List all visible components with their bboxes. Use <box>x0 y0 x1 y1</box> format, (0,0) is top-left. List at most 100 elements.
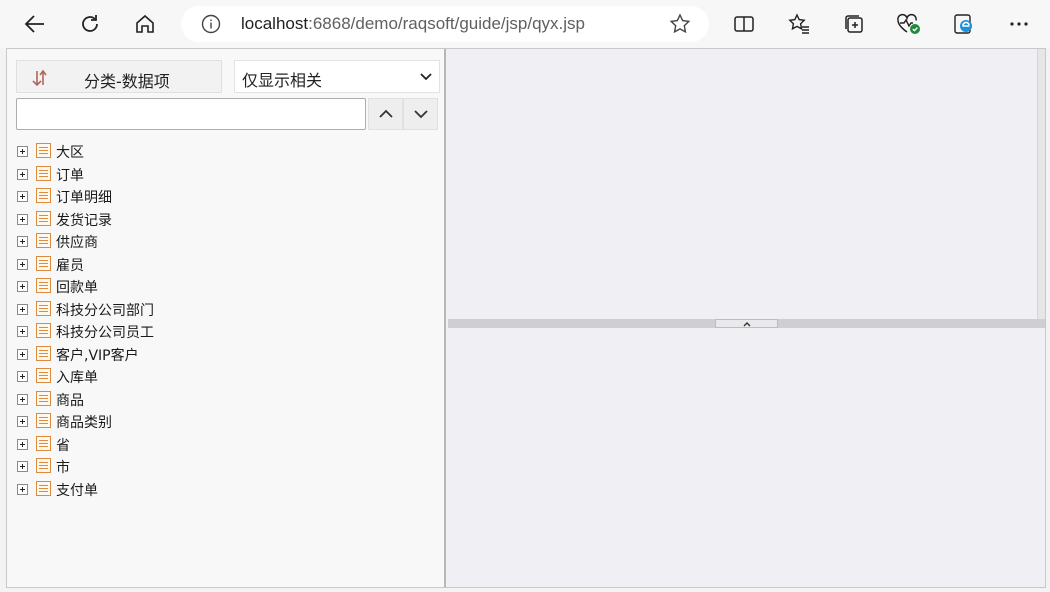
tree-item[interactable]: 客户,VIP客户 <box>7 343 437 365</box>
expand-plus-icon[interactable] <box>17 438 28 450</box>
table-icon <box>36 480 51 496</box>
expand-plus-icon[interactable] <box>17 371 28 382</box>
collections-icon <box>845 15 863 33</box>
table-icon <box>36 210 51 226</box>
chevron-down-icon <box>413 110 428 119</box>
right-top-scrollbar[interactable] <box>1037 49 1045 319</box>
table-icon <box>36 300 51 316</box>
tree-item-label: 商品 <box>56 392 84 409</box>
tree-item-label: 入库单 <box>56 370 98 386</box>
split-screen-button[interactable] <box>726 6 762 42</box>
caret-up-icon <box>743 321 750 326</box>
chevron-up-icon <box>378 109 393 118</box>
tree-item[interactable]: 发货记录 <box>7 208 437 230</box>
tree-item[interactable]: 科技分公司员工 <box>7 320 437 342</box>
expand-plus-icon[interactable] <box>17 236 28 247</box>
expand-plus-icon[interactable] <box>17 303 28 315</box>
left-pane: 分类-数据项 仅显示相关 大区 订单 订单明细 发货记录 供应商 雇员 回款单 … <box>7 49 446 587</box>
expand-plus-icon[interactable] <box>17 213 28 225</box>
address-bar[interactable]: localhost:6868/demo/raqsoft/guide/jsp/qy… <box>181 6 709 42</box>
tree-item[interactable]: 商品类别 <box>7 410 437 432</box>
sort-arrows-icon <box>32 69 47 87</box>
tree-item-label: 客户,VIP客户 <box>56 347 139 364</box>
browser-essentials-button[interactable] <box>891 6 927 42</box>
favorites-list-icon <box>788 13 809 34</box>
sort-button-label: 分类-数据项 <box>84 72 170 91</box>
home-icon <box>136 14 154 33</box>
filter-select[interactable]: 仅显示相关 <box>234 60 440 93</box>
tree-item[interactable]: 入库单 <box>7 365 437 387</box>
expand-plus-icon[interactable] <box>17 416 28 427</box>
expand-plus-icon[interactable] <box>17 258 28 270</box>
expand-plus-icon[interactable] <box>17 393 28 405</box>
tree-item[interactable]: 大区 <box>7 140 437 162</box>
tree-item[interactable]: 订单明细 <box>7 185 437 207</box>
table-icon <box>36 458 51 473</box>
splitter-collapse-handle[interactable] <box>715 319 778 328</box>
tree-item-label: 大区 <box>56 145 84 161</box>
internet-explorer-icon <box>954 14 972 34</box>
ie-mode-button[interactable] <box>946 6 982 42</box>
back-arrow-icon <box>24 15 44 33</box>
split-screen-icon <box>734 16 754 32</box>
more-menu-button[interactable] <box>1001 6 1037 42</box>
table-icon <box>36 390 51 406</box>
expand-plus-icon[interactable] <box>17 191 28 202</box>
table-icon <box>36 165 51 181</box>
tree-item-label: 供应商 <box>56 235 98 251</box>
favorites-button[interactable] <box>781 6 817 42</box>
tree-item-label: 省 <box>56 437 70 454</box>
tree-item[interactable]: 支付单 <box>7 478 437 500</box>
tree-item[interactable]: 供应商 <box>7 230 437 252</box>
refresh-button[interactable] <box>72 6 108 42</box>
table-icon <box>36 413 51 428</box>
tree-item-label: 订单明细 <box>56 190 112 206</box>
table-icon <box>36 255 51 271</box>
search-prev-button[interactable] <box>368 98 403 130</box>
favorite-star-icon[interactable] <box>669 13 691 35</box>
tree-item-label: 科技分公司员工 <box>56 325 154 341</box>
url-host: localhost <box>241 14 309 33</box>
refresh-icon <box>82 15 98 32</box>
url-path: :6868/demo/raqsoft/guide/jsp/qyx.jsp <box>308 14 585 33</box>
table-icon <box>36 345 51 361</box>
tree-item-label: 订单 <box>56 167 84 184</box>
table-icon <box>36 368 51 383</box>
search-input[interactable] <box>16 98 366 130</box>
tree-item[interactable]: 市 <box>7 455 437 477</box>
table-icon <box>36 278 51 293</box>
url-text[interactable]: localhost:6868/demo/raqsoft/guide/jsp/qy… <box>241 14 585 34</box>
expand-plus-icon[interactable] <box>17 326 28 337</box>
tree-item[interactable]: 雇员 <box>7 253 437 275</box>
tree-item-label: 回款单 <box>56 280 98 296</box>
expand-plus-icon[interactable] <box>17 146 28 157</box>
horizontal-splitter[interactable] <box>448 319 1045 328</box>
filter-select-value: 仅显示相关 <box>242 71 323 90</box>
tree-item-label: 市 <box>56 460 70 476</box>
browser-toolbar: localhost:6868/demo/raqsoft/guide/jsp/qy… <box>0 0 1050 48</box>
tree-item-label: 商品类别 <box>56 415 112 431</box>
sort-category-button[interactable]: 分类-数据项 <box>16 60 222 93</box>
tree-item[interactable]: 省 <box>7 433 437 455</box>
tree-item-label: 科技分公司部门 <box>56 302 154 319</box>
collections-button[interactable] <box>836 6 872 42</box>
home-button[interactable] <box>127 6 163 42</box>
tree-item[interactable]: 回款单 <box>7 275 437 297</box>
table-icon <box>36 233 51 248</box>
tree-item[interactable]: 商品 <box>7 388 437 410</box>
expand-plus-icon[interactable] <box>17 348 28 360</box>
back-button[interactable] <box>17 6 53 42</box>
expand-plus-icon[interactable] <box>17 483 28 495</box>
tree-item-label: 雇员 <box>56 257 84 274</box>
search-next-button[interactable] <box>403 98 438 130</box>
right-bottom-pane <box>448 328 1045 587</box>
site-info-icon[interactable] <box>201 14 221 34</box>
expand-plus-icon[interactable] <box>17 281 28 292</box>
expand-plus-icon[interactable] <box>17 168 28 180</box>
expand-plus-icon[interactable] <box>17 461 28 472</box>
table-icon <box>36 188 51 203</box>
table-icon <box>36 435 51 451</box>
tree-item[interactable]: 订单 <box>7 163 437 185</box>
tree-item[interactable]: 科技分公司部门 <box>7 298 437 320</box>
table-icon <box>36 143 51 158</box>
